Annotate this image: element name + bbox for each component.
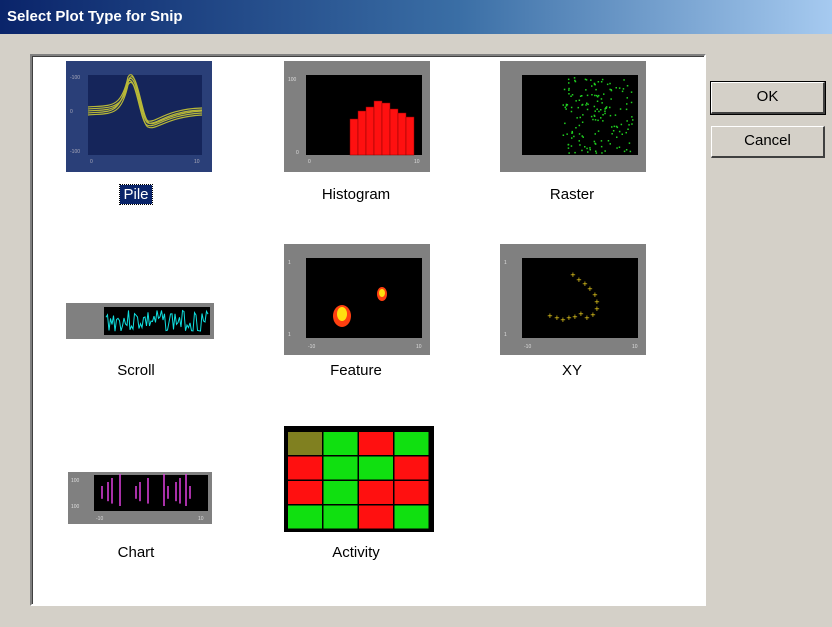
svg-text:+: + <box>554 314 560 322</box>
svg-text:0: 0 <box>308 159 311 165</box>
plot-type-histogram[interactable]: 100 0 0 10 Histogram <box>272 61 440 221</box>
svg-text:0: 0 <box>70 109 73 115</box>
svg-text:+: + <box>560 316 566 324</box>
svg-text:-100: -100 <box>70 149 80 155</box>
plot-type-xy[interactable]: + + + + + + + + + + + + + + + 1 1 -10 10 XY <box>488 244 656 404</box>
svg-text:10: 10 <box>416 344 422 350</box>
svg-text:100: 100 <box>71 504 80 510</box>
plot-type-feature[interactable]: 1 1 -10 10 Feature <box>272 244 440 404</box>
svg-text:1: 1 <box>288 332 291 338</box>
cancel-button[interactable]: Cancel <box>711 126 825 158</box>
window-title: Select Plot Type for Snip <box>7 8 183 25</box>
feature-thumbnail: 1 1 -10 10 <box>284 244 430 355</box>
svg-text:+: + <box>547 312 553 320</box>
svg-text:-10: -10 <box>96 516 103 522</box>
svg-text:1: 1 <box>504 260 507 266</box>
svg-text:0: 0 <box>296 150 299 156</box>
xy-label: XY <box>561 362 582 379</box>
activity-label: Activity <box>332 544 380 561</box>
plot-type-chart[interactable]: 100 100 -10 10 Chart <box>52 426 220 586</box>
svg-text:10: 10 <box>414 159 420 165</box>
plot-type-scroll[interactable]: Scroll <box>52 244 220 404</box>
pile-thumbnail: -100 0 -100 0 10 <box>66 61 212 172</box>
raster-label: Raster <box>549 186 595 203</box>
xy-thumbnail: + + + + + + + + + + + + + + + 1 1 -10 10 <box>500 244 646 355</box>
histogram-thumbnail: 100 0 0 10 <box>284 61 430 172</box>
svg-text:+: + <box>590 311 596 319</box>
svg-text:-10: -10 <box>308 344 315 350</box>
svg-text:+: + <box>578 310 584 318</box>
svg-text:+: + <box>572 313 578 321</box>
plot-type-pile[interactable]: -100 0 -100 0 10 Pile <box>52 61 220 221</box>
chart-label: Chart <box>117 544 155 561</box>
raster-thumbnail <box>500 61 646 172</box>
chart-thumbnail: 100 100 -10 10 <box>68 472 212 524</box>
title-bar[interactable]: Select Plot Type for Snip <box>0 0 832 34</box>
plot-type-list[interactable]: -100 0 -100 0 10 Pile 100 0 0 10 Histogr… <box>30 54 706 606</box>
ok-button[interactable]: OK <box>710 81 826 115</box>
scroll-thumbnail <box>66 303 214 339</box>
svg-text:+: + <box>584 314 590 322</box>
histogram-label: Histogram <box>321 186 391 203</box>
scroll-label: Scroll <box>117 362 155 379</box>
svg-text:-100: -100 <box>70 75 80 81</box>
svg-text:100: 100 <box>71 478 80 484</box>
svg-text:1: 1 <box>504 332 507 338</box>
svg-text:+: + <box>566 314 572 322</box>
svg-text:-10: -10 <box>524 344 531 350</box>
plot-type-raster[interactable]: Raster <box>488 61 656 221</box>
activity-thumbnail <box>284 426 434 532</box>
svg-text:10: 10 <box>632 344 638 350</box>
plot-type-activity[interactable]: Activity <box>272 426 440 586</box>
feature-label: Feature <box>330 362 382 379</box>
svg-text:10: 10 <box>194 159 200 165</box>
svg-text:10: 10 <box>198 516 204 522</box>
svg-text:100: 100 <box>288 77 297 83</box>
svg-text:1: 1 <box>288 260 291 266</box>
svg-text:0: 0 <box>90 159 93 165</box>
pile-label: Pile <box>52 184 220 205</box>
